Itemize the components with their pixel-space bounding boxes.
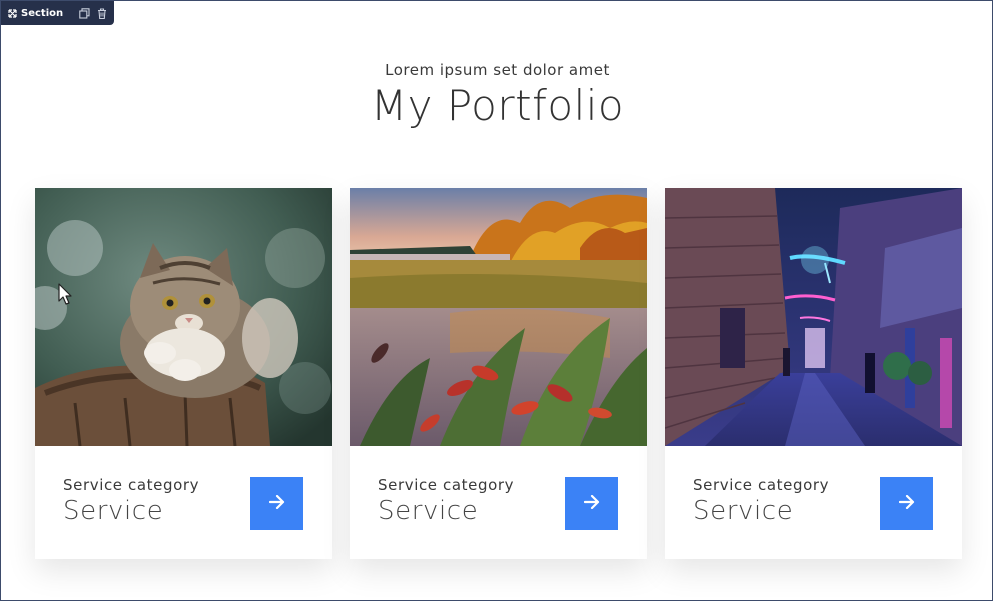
- autumn-lake-photo: [350, 188, 647, 446]
- duplicate-icon[interactable]: [79, 7, 90, 19]
- card-category: Service category: [378, 476, 515, 494]
- arrow-right-icon: [583, 494, 600, 513]
- card-title: Service: [63, 496, 164, 526]
- card-category: Service category: [63, 476, 200, 494]
- card-title: Service: [693, 496, 794, 526]
- section-tag[interactable]: Section: [8, 8, 63, 19]
- portfolio-card[interactable]: Service category Service: [35, 188, 332, 559]
- card-info: Service category Service: [63, 476, 199, 526]
- card-arrow-button[interactable]: [250, 477, 303, 530]
- portfolio-card[interactable]: Service category Service: [665, 188, 962, 559]
- expand-icon: [8, 8, 17, 18]
- card-info: Service category Service: [693, 476, 829, 526]
- section-label: Section: [21, 7, 64, 19]
- arrow-right-icon: [898, 494, 915, 513]
- kitten-photo: [35, 188, 332, 446]
- portfolio-grid: Service category Service Service categor…: [35, 188, 962, 559]
- neon-alley-photo: [665, 188, 962, 446]
- card-title: Service: [378, 496, 479, 526]
- card-category: Service category: [693, 476, 830, 494]
- arrow-right-icon: [268, 494, 285, 513]
- mouse-cursor-icon: [58, 283, 72, 309]
- card-arrow-button[interactable]: [565, 477, 618, 530]
- section-frame[interactable]: Section Lorem ipsum set dolor amet My Po…: [0, 0, 993, 601]
- portfolio-card[interactable]: Service category Service: [350, 188, 647, 559]
- card-info: Service category Service: [378, 476, 514, 526]
- section-subtitle: Lorem ipsum set dolor amet: [385, 61, 610, 79]
- card-arrow-button[interactable]: [880, 477, 933, 530]
- page-title: My Portfolio: [370, 81, 625, 130]
- section-handle[interactable]: Section: [1, 1, 114, 25]
- trash-icon[interactable]: [97, 7, 107, 19]
